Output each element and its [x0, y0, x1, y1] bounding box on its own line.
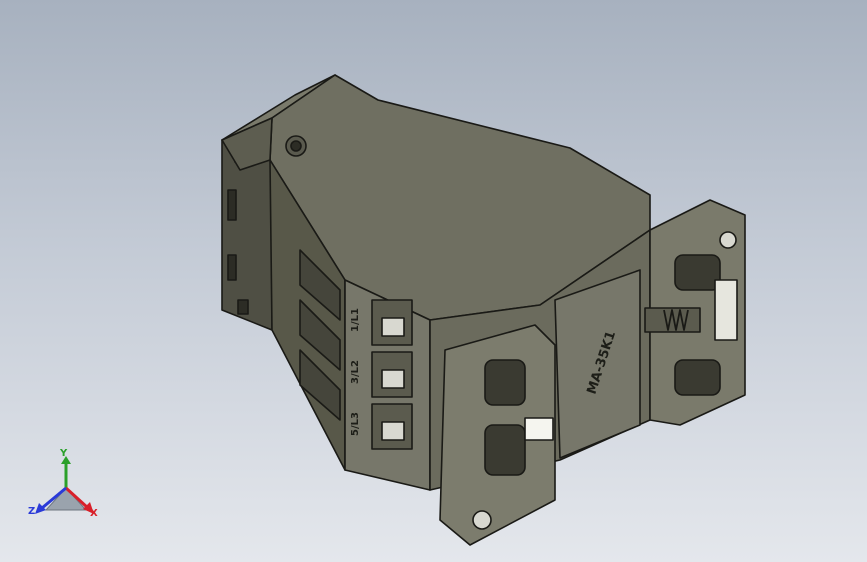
view-orientation-triad[interactable]: Y X Z	[28, 448, 104, 524]
top-mounting-hole	[285, 135, 307, 157]
3d-viewport[interactable]: MA-35K1 1/L1 3/L2 5/L3 Y X Z	[0, 0, 867, 562]
y-axis-label: Y	[59, 448, 68, 459]
z-axis-label: Z	[28, 506, 35, 517]
contactor-3d-model[interactable]: MA-35K1 1/L1 3/L2 5/L3	[0, 0, 867, 562]
terminal-label-2: 3/L2	[350, 360, 361, 384]
flange-notch	[524, 417, 554, 441]
terminal-label-1: 1/L1	[350, 308, 361, 332]
terminal-label-3: 5/L3	[350, 412, 361, 436]
terminal-windows	[371, 299, 413, 450]
x-axis-label: X	[90, 508, 98, 519]
